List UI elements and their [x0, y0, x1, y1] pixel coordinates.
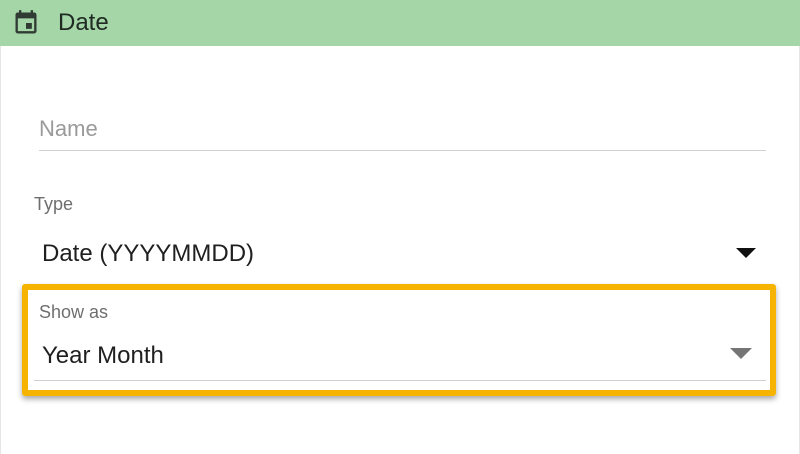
- type-label: Type: [34, 194, 74, 214]
- panel-header: Date: [0, 0, 800, 46]
- show-as-selected-value: Year Month: [42, 342, 164, 369]
- panel-title: Date: [58, 9, 109, 36]
- name-input[interactable]: [39, 108, 766, 150]
- calendar-icon: [12, 9, 40, 37]
- name-field[interactable]: [39, 108, 766, 152]
- dropdown-arrow-icon[interactable]: [736, 248, 756, 258]
- show-as-label: Show as: [39, 302, 109, 322]
- name-underline: [39, 150, 766, 151]
- show-as-underline: [34, 380, 766, 381]
- dropdown-arrow-icon[interactable]: [730, 348, 752, 359]
- type-selected-value: Date (YYYYMMDD): [42, 240, 255, 267]
- show-as-select[interactable]: Year Month: [34, 334, 766, 382]
- type-select[interactable]: Date (YYYYMMDD): [30, 232, 766, 276]
- date-field-panel: Date Type Date (YYYYMMDD) Show as Year M…: [0, 0, 800, 454]
